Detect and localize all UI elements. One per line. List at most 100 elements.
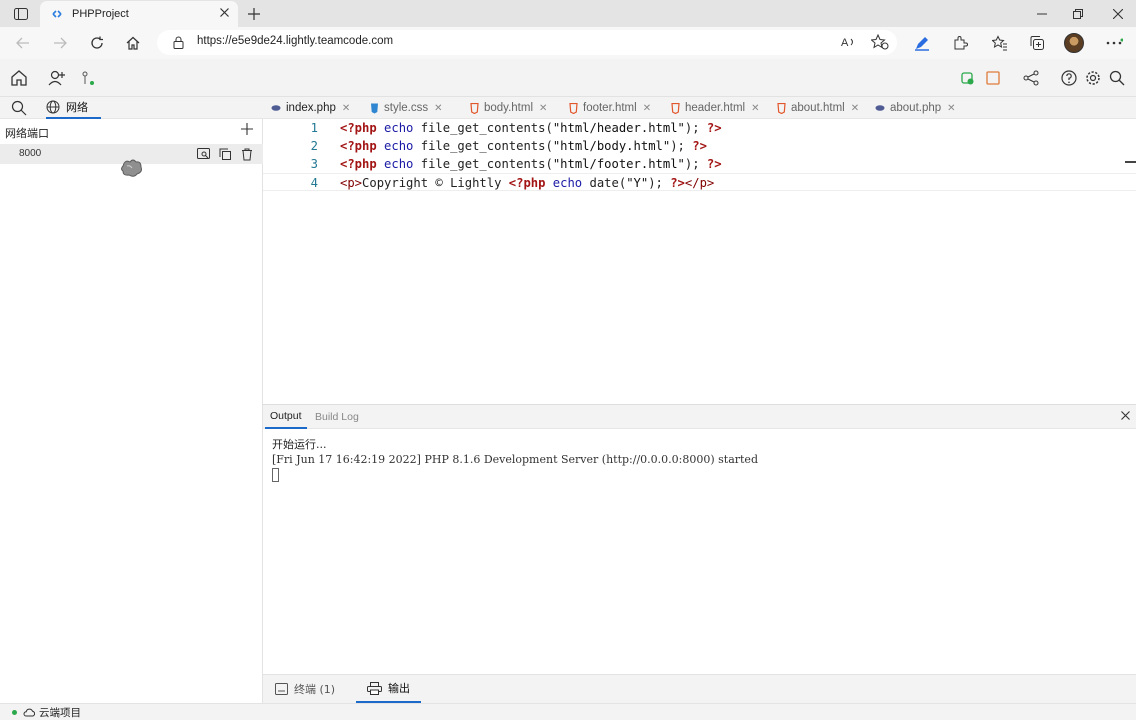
editor-tab[interactable]: style.css ✕: [370, 97, 442, 119]
html-file-icon: [777, 102, 786, 114]
terminal-icon: [275, 683, 288, 695]
address-bar[interactable]: https://e5e9de24.lightly.teamcode.com A: [157, 30, 897, 55]
close-editor-tab-icon[interactable]: ✕: [751, 103, 759, 114]
copy-icon[interactable]: [218, 147, 232, 161]
favorite-add-icon[interactable]: [871, 34, 889, 50]
output-panel: Output Build Log 开始运行... [Fri Jun 17 16:…: [263, 404, 1136, 674]
browser-tab-title: PHPProject: [72, 8, 129, 20]
cloud-project-label: 云端项目: [39, 707, 81, 719]
php-file-icon: [271, 105, 281, 111]
code-text: <p>Copyright © Lightly <?php echo date("…: [340, 176, 715, 190]
editor-tab[interactable]: header.html ✕: [671, 97, 760, 119]
profile-avatar[interactable]: [1064, 33, 1084, 53]
browser-tab[interactable]: PHPProject: [40, 1, 238, 27]
run-status-icon[interactable]: [957, 68, 977, 88]
cloud-icon: [23, 708, 35, 717]
tab-actions-icon[interactable]: [10, 4, 32, 24]
new-tab-icon[interactable]: [244, 4, 264, 24]
search-icon[interactable]: [1107, 68, 1127, 88]
read-aloud-icon[interactable]: A: [841, 35, 857, 49]
editor-tab-label: about.html: [791, 102, 845, 114]
back-icon[interactable]: [12, 32, 34, 54]
extensions-icon[interactable]: [950, 33, 970, 53]
code-line[interactable]: 2 <?php echo file_get_contents("html/body…: [263, 137, 1136, 155]
url-text[interactable]: https://e5e9de24.lightly.teamcode.com: [197, 35, 393, 47]
output-line: 开始运行...: [272, 438, 327, 451]
editor-tab-label: header.html: [685, 102, 746, 114]
code-line[interactable]: 4 <p>Copyright © Lightly <?php echo date(…: [263, 173, 1136, 191]
close-editor-tab-icon[interactable]: ✕: [947, 103, 955, 114]
lock-icon[interactable]: [173, 36, 184, 49]
code-text: <?php echo file_get_contents("html/body.…: [340, 139, 707, 153]
tab-output-bottom-label: 输出: [388, 682, 410, 695]
sidebar-search-icon[interactable]: [11, 100, 27, 116]
line-number: 2: [310, 139, 318, 153]
html-file-icon: [671, 102, 680, 114]
editor-tab-label: about.php: [890, 102, 942, 114]
line-number: 1: [310, 121, 318, 135]
editor-tab[interactable]: body.html ✕: [470, 97, 547, 119]
favorites-icon[interactable]: [990, 33, 1010, 53]
output-tabs: Output Build Log: [263, 405, 1136, 429]
pointer-cursor-icon: [120, 157, 144, 179]
tab-output-bottom[interactable]: 输出: [356, 675, 421, 703]
pen-icon[interactable]: [912, 33, 932, 53]
forward-icon[interactable]: [49, 32, 71, 54]
output-console[interactable]: 开始运行... [Fri Jun 17 16:42:19 2022] PHP 8…: [272, 437, 758, 482]
browser-nav-bar: https://e5e9de24.lightly.teamcode.com A: [0, 27, 1136, 59]
close-window-icon[interactable]: [1110, 6, 1126, 22]
editor-tab[interactable]: about.php ✕: [875, 97, 956, 119]
code-text: <?php echo file_get_contents("html/foote…: [340, 157, 722, 171]
sidebar-tabs: 网络: [0, 97, 263, 119]
open-preview-icon[interactable]: [196, 147, 210, 161]
refresh-icon[interactable]: [86, 32, 108, 54]
close-editor-tab-icon[interactable]: ✕: [434, 103, 442, 114]
tab-build-log[interactable]: Build Log: [311, 405, 363, 429]
globe-icon: [46, 100, 60, 114]
home-icon[interactable]: [122, 32, 144, 54]
settings-gear-icon[interactable]: [1083, 68, 1103, 88]
terminal-cursor: [272, 468, 279, 482]
editor-tabs: index.php ✕ style.css ✕ body.html ✕ footer.htm…: [263, 97, 1136, 119]
add-member-icon[interactable]: [47, 68, 67, 88]
editor-tab-label: body.html: [484, 102, 534, 114]
add-port-icon[interactable]: [241, 123, 253, 135]
status-dot: [12, 710, 17, 715]
branch-icon[interactable]: [78, 68, 98, 88]
tab-network[interactable]: 网络: [46, 97, 101, 119]
delete-icon[interactable]: [240, 147, 254, 161]
printer-icon: [367, 681, 382, 695]
editor-tab[interactable]: about.html ✕: [777, 97, 859, 119]
editor-tab[interactable]: index.php ✕: [271, 97, 350, 119]
code-editor[interactable]: 1 <?php echo file_get_contents("html/head…: [263, 119, 1136, 404]
more-menu-icon[interactable]: [1104, 33, 1124, 53]
minimize-icon[interactable]: [1034, 6, 1050, 22]
html-file-icon: [569, 102, 578, 114]
close-panel-icon[interactable]: [1121, 411, 1130, 420]
share-icon[interactable]: [1021, 68, 1041, 88]
help-icon[interactable]: [1059, 68, 1079, 88]
network-ports-section: 网络端口: [0, 121, 263, 141]
code-line[interactable]: 3 <?php echo file_get_contents("html/foot…: [263, 155, 1136, 173]
cloud-project-status[interactable]: 云端项目: [12, 705, 81, 720]
tab-terminal-label: 终端 (1): [294, 683, 336, 696]
close-tab-icon[interactable]: [219, 7, 230, 18]
php-file-icon: [875, 105, 885, 111]
line-number: 3: [310, 157, 318, 171]
editor-tab[interactable]: footer.html ✕: [569, 97, 651, 119]
close-editor-tab-icon[interactable]: ✕: [539, 103, 547, 114]
close-editor-tab-icon[interactable]: ✕: [342, 103, 350, 114]
vscode-favicon-icon: [52, 10, 62, 18]
section-title: 网络端口: [5, 127, 49, 140]
css-file-icon: [371, 103, 378, 113]
close-editor-tab-icon[interactable]: ✕: [851, 103, 859, 114]
collections-icon[interactable]: [1027, 33, 1047, 53]
html-file-icon: [470, 102, 479, 114]
tab-output[interactable]: Output: [265, 405, 307, 429]
tab-terminal[interactable]: 终端 (1): [275, 675, 335, 703]
close-editor-tab-icon[interactable]: ✕: [643, 103, 651, 114]
stop-icon[interactable]: [983, 68, 1003, 88]
dashboard-home-icon[interactable]: [9, 68, 29, 88]
restore-icon[interactable]: [1070, 6, 1086, 22]
code-line[interactable]: 1 <?php echo file_get_contents("html/head…: [263, 119, 1136, 137]
